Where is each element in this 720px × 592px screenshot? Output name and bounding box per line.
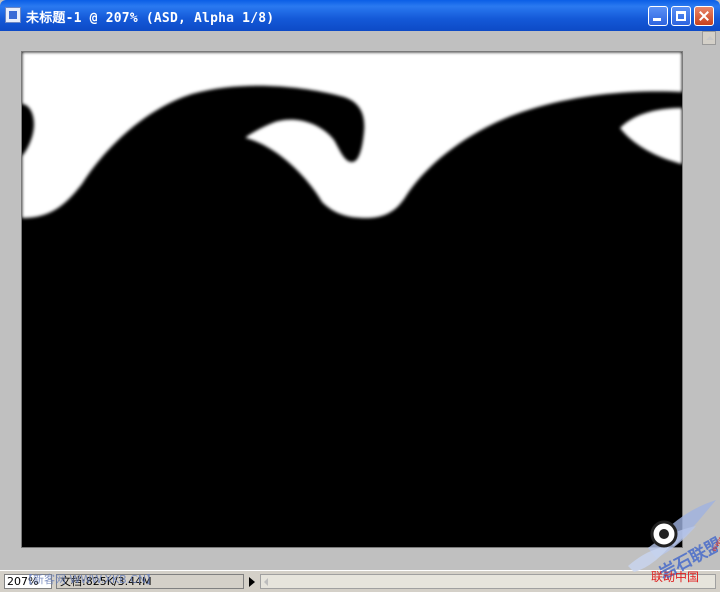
window-title: 未标题-1 @ 207% (ASD, Alpha 1/8) — [26, 11, 275, 26]
scroll-up-arrow-icon[interactable] — [702, 31, 716, 45]
watermark-overlay-text: 【新客网 WWW.XKB.CN】 — [22, 573, 158, 586]
status-menu-arrow-icon[interactable] — [246, 575, 258, 588]
wave-artwork — [22, 52, 682, 547]
title-bar[interactable]: 未标题-1 @ 207% (ASD, Alpha 1/8) — [0, 0, 720, 31]
document-window: 未标题-1 @ 207% (ASD, Alpha 1/8) 207% 文档:82… — [0, 0, 720, 592]
close-button[interactable] — [694, 6, 714, 26]
minimize-button[interactable] — [648, 6, 668, 26]
maximize-button[interactable] — [671, 6, 691, 26]
image-canvas[interactable] — [21, 51, 683, 548]
watermark-caption: 联动中国 — [651, 570, 700, 584]
scroll-left-arrow-icon[interactable] — [261, 575, 274, 588]
document-icon[interactable] — [5, 7, 21, 23]
